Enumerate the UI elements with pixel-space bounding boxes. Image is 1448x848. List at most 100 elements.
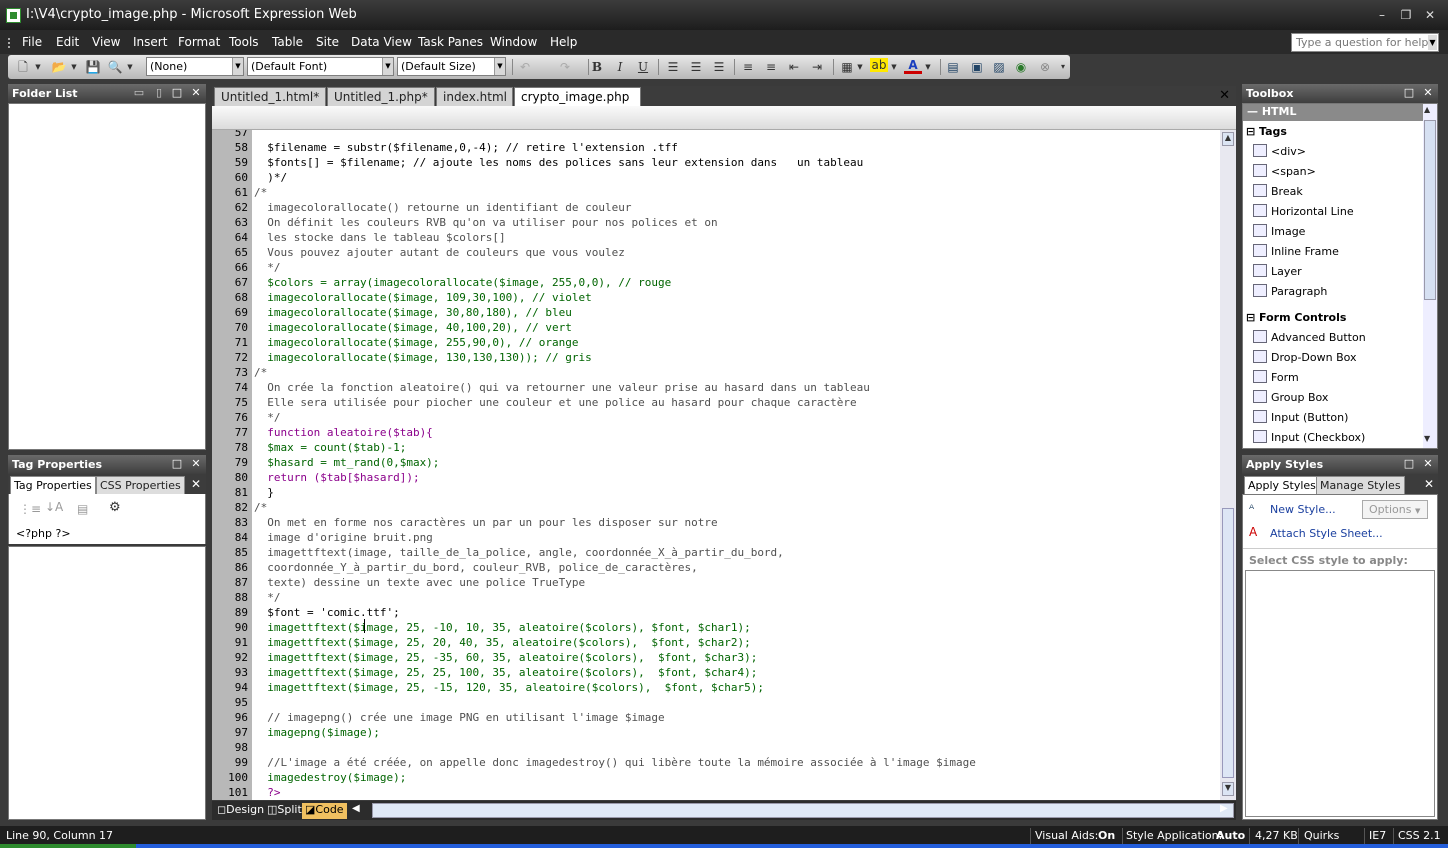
preview-icon[interactable]: 🔍 [106, 58, 124, 76]
toolbox-item[interactable]: Paragraph [1253, 284, 1327, 302]
undo-icon[interactable]: ↶ [516, 58, 534, 76]
toolbox-scroll-thumb[interactable] [1424, 120, 1436, 300]
help-search-input[interactable]: Type a question for help ▼ [1291, 33, 1439, 52]
maximize-panel-icon[interactable]: □ [1402, 86, 1416, 100]
insert-table-icon[interactable]: ▤ [944, 58, 962, 76]
save-icon[interactable]: 💾 [84, 58, 102, 76]
font-color-dropdown-icon[interactable]: ▼ [924, 58, 932, 76]
style-application-value[interactable]: Auto [1216, 829, 1245, 842]
toolbox-item[interactable]: Image [1253, 224, 1305, 242]
menu-site[interactable]: Site [316, 35, 339, 49]
underline-icon[interactable]: U [634, 58, 652, 76]
tag-properties-grid[interactable] [8, 546, 206, 820]
menu-insert[interactable]: Insert [133, 35, 167, 49]
align-left-icon[interactable]: ☰ [664, 58, 682, 76]
toolbox-group-tags[interactable]: ⊟ Tags [1246, 125, 1287, 138]
menu-window[interactable]: Window [490, 35, 537, 49]
code-view-button[interactable]: ◪Code [302, 803, 347, 819]
style-combo-arrow-icon[interactable]: ▼ [232, 58, 243, 75]
new-dropdown-icon[interactable]: ▼ [34, 58, 42, 76]
new-style-link[interactable]: New Style... [1270, 503, 1336, 516]
css-style-list[interactable] [1245, 570, 1435, 817]
size-combo-arrow-icon[interactable]: ▼ [494, 58, 505, 75]
highlight-dropdown-icon[interactable]: ▼ [890, 58, 898, 76]
toolbox-item[interactable]: Layer [1253, 264, 1302, 282]
close-panel-icon[interactable]: ✕ [189, 457, 203, 471]
align-center-icon[interactable]: ☰ [687, 58, 705, 76]
minimize-icon[interactable]: – [1372, 6, 1392, 24]
new-page-icon[interactable]: 🗋 [14, 58, 32, 76]
categorize-icon[interactable]: ⋮≡ [19, 502, 41, 518]
stop-icon[interactable]: ⊗ [1036, 58, 1054, 76]
doc-tab-index-html[interactable]: index.html [436, 87, 513, 106]
tag-properties-tool-icon[interactable]: ⚙ [109, 500, 127, 518]
decrease-indent-icon[interactable]: ⇤ [785, 58, 803, 76]
toolbox-item[interactable]: Horizontal Line [1253, 204, 1354, 222]
code-editor[interactable]: 57 58 $filename = substr($filename,0,-4)… [212, 130, 1220, 800]
tab-apply-styles[interactable]: Apply Styles [1244, 476, 1320, 494]
borders-icon[interactable]: ▦ [838, 58, 856, 76]
toolbox-item[interactable]: Input (Checkbox) [1253, 430, 1365, 448]
toolbar-options-icon[interactable]: ▾ [1058, 58, 1068, 76]
maximize-panel-icon[interactable]: □ [1402, 457, 1416, 471]
doc-tab-untitled-html[interactable]: Untitled_1.html* [214, 87, 326, 106]
toolbox-scrollbar[interactable]: ▲ ▼ [1423, 104, 1437, 448]
toolbox-item[interactable]: Group Box [1253, 390, 1328, 408]
menu-help[interactable]: Help [550, 35, 577, 49]
bold-icon[interactable]: B [588, 58, 606, 76]
increase-indent-icon[interactable]: ⇥ [808, 58, 826, 76]
menu-tools[interactable]: Tools [229, 35, 259, 49]
size-combo[interactable]: (Default Size) ▼ [397, 57, 506, 76]
scroll-thumb[interactable] [1222, 508, 1234, 778]
folder-list-panel[interactable] [8, 103, 206, 450]
sort-az-icon[interactable]: ↓A [45, 500, 63, 516]
preview-dropdown-icon[interactable]: ▼ [126, 58, 134, 76]
menu-task-panes[interactable]: Task Panes [418, 35, 483, 49]
code-vertical-scrollbar[interactable]: ▲ ▼ [1220, 130, 1236, 800]
menu-data-view[interactable]: Data View [351, 35, 412, 49]
toolbox-item[interactable]: Drop-Down Box [1253, 350, 1357, 368]
close-icon[interactable]: ✕ [1420, 6, 1440, 24]
show-set-properties-icon[interactable]: ▤ [77, 502, 93, 518]
close-panel-icon[interactable]: ✕ [1421, 457, 1435, 471]
insert-picture-icon[interactable]: ▨ [990, 58, 1008, 76]
visual-aids-value[interactable]: On [1098, 829, 1115, 842]
restore-icon[interactable]: ❐ [1396, 6, 1416, 24]
hyperlink-icon[interactable]: ◉ [1012, 58, 1030, 76]
maximize-panel-icon[interactable]: □ [170, 457, 184, 471]
close-document-icon[interactable]: ✕ [1219, 88, 1230, 103]
scroll-left-icon[interactable]: ◀ [352, 803, 360, 814]
close-tab-icon[interactable]: ✕ [1424, 477, 1434, 491]
font-combo-arrow-icon[interactable]: ▼ [382, 58, 393, 75]
toolbox-scroll-down-icon[interactable]: ▼ [1424, 434, 1430, 443]
scroll-down-icon[interactable]: ▼ [1222, 782, 1234, 796]
doc-tab-crypto-image-php[interactable]: crypto_image.php [514, 87, 641, 106]
numbered-list-icon[interactable]: ≡ [739, 58, 757, 76]
borders-dropdown-icon[interactable]: ▼ [856, 58, 864, 76]
maximize-panel-icon[interactable]: □ [170, 86, 184, 100]
menu-table[interactable]: Table [272, 35, 303, 49]
tab-css-properties[interactable]: CSS Properties [96, 476, 185, 494]
highlight-icon[interactable]: ab [870, 58, 888, 72]
italic-icon[interactable]: I [611, 58, 629, 76]
close-tab-icon[interactable]: ✕ [191, 477, 201, 491]
font-color-icon[interactable]: A [904, 58, 922, 74]
new-folder-icon[interactable]: ▭ [132, 86, 146, 100]
bullet-list-icon[interactable]: ≡ [762, 58, 780, 76]
menu-file[interactable]: File [22, 35, 42, 49]
tab-tag-properties[interactable]: Tag Properties [10, 476, 96, 494]
browser-compat[interactable]: IE7 [1369, 829, 1386, 842]
doc-tab-untitled-php[interactable]: Untitled_1.php* [327, 87, 435, 106]
close-panel-icon[interactable]: ✕ [189, 86, 203, 100]
scroll-up-icon[interactable]: ▲ [1222, 132, 1234, 146]
options-button[interactable]: Options ▼ [1362, 500, 1428, 519]
code-horizontal-scrollbar[interactable] [372, 803, 1234, 818]
redo-icon[interactable]: ↷ [556, 58, 574, 76]
close-panel-icon[interactable]: ✕ [1421, 86, 1435, 100]
open-folder-icon[interactable]: 📂 [50, 58, 68, 76]
style-combo[interactable]: (None) ▼ [146, 57, 244, 76]
toolbox-item[interactable]: <span> [1253, 164, 1316, 182]
toolbox-item[interactable]: Inline Frame [1253, 244, 1339, 262]
menu-format[interactable]: Format [178, 35, 220, 49]
toolbox-item[interactable]: Break [1253, 184, 1303, 202]
